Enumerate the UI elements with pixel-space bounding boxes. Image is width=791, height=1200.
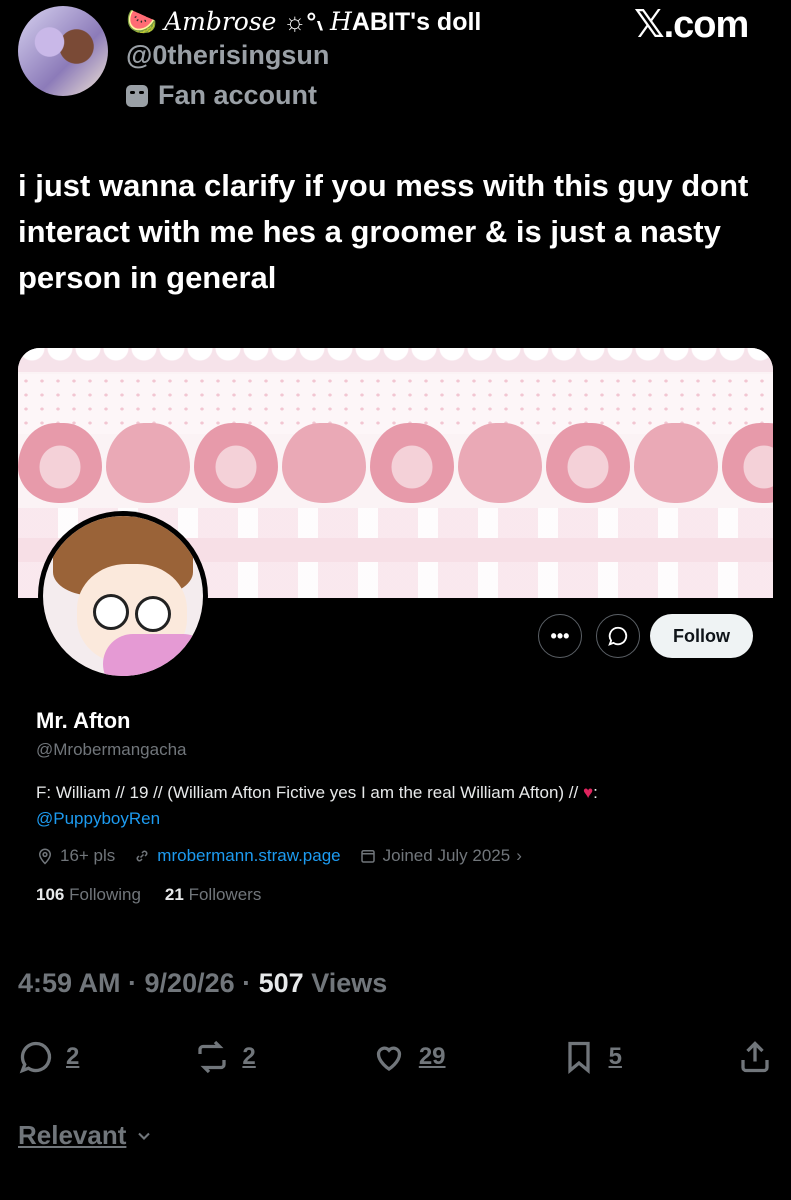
profile-counts: 106 Following 21 Followers <box>36 885 261 905</box>
profile-handle: @Mrobermangacha <box>36 740 187 759</box>
follow-button[interactable]: Follow <box>650 614 753 658</box>
tweet-time[interactable]: 4:59 AM <box>18 968 121 998</box>
profile-name: Mr. Afton <box>36 708 131 733</box>
repost-icon <box>198 1040 227 1074</box>
message-button[interactable] <box>596 614 640 658</box>
chevron-down-icon <box>138 1132 151 1140</box>
strawberry-icon <box>722 423 773 503</box>
strawberry-icon <box>282 423 366 503</box>
bookmark-icon <box>567 1041 590 1075</box>
profile-bio: F: William // 19 // (William Afton Ficti… <box>36 783 598 828</box>
share-button[interactable] <box>737 1039 773 1075</box>
strawberry-icon <box>546 423 630 503</box>
location-icon <box>38 848 52 865</box>
author-avatar[interactable] <box>18 6 108 96</box>
like-button[interactable]: 29 <box>371 1039 446 1075</box>
embedded-profile-image[interactable]: ••• Follow Mr. Afton @Mrobermangacha F: … <box>18 348 773 908</box>
followers-count[interactable]: 21 Followers <box>165 885 261 905</box>
tweet-date[interactable]: 9/20/26 <box>145 968 235 998</box>
profile-avatar[interactable] <box>38 511 208 681</box>
following-count[interactable]: 106 Following <box>36 885 141 905</box>
reply-sort-dropdown[interactable]: Relevant <box>18 1120 154 1151</box>
strawberry-icon <box>458 423 542 503</box>
share-icon <box>741 1041 769 1073</box>
heart-icon <box>376 1046 401 1071</box>
mask-icon <box>126 84 148 107</box>
bookmark-button[interactable]: 5 <box>561 1039 622 1075</box>
author-handle[interactable]: @0therisingsun <box>126 40 329 71</box>
views-count: 507 <box>258 968 304 998</box>
banner-lace <box>18 348 773 372</box>
watermark: 𝕏.com <box>634 4 749 46</box>
banner-strawberries <box>18 423 773 505</box>
author-display-name[interactable]: 🍉 Ambrose ☼°៶ HABIT's doll <box>126 4 481 38</box>
message-icon <box>608 626 628 646</box>
heart-icon: ♥ <box>582 783 594 802</box>
link-icon <box>136 850 148 862</box>
repost-button[interactable]: 2 <box>194 1039 256 1075</box>
chevron-right-icon: › <box>516 846 522 865</box>
strawberry-icon <box>194 423 278 503</box>
profile-website[interactable]: mrobermann.straw.page <box>157 846 340 866</box>
strawberry-icon <box>634 423 718 503</box>
fan-account-label: Fan account <box>126 80 317 111</box>
strawberry-icon <box>370 423 454 503</box>
profile-location: 16+ pls <box>60 846 116 865</box>
profile-joined: Joined July 2025 <box>382 846 511 865</box>
profile-meta: 16+ pls mrobermann.straw.page Joined Jul… <box>36 846 522 866</box>
tweet-meta: 4:59 AM · 9/20/26 · 507 Views <box>18 968 388 998</box>
action-bar: 2 2 29 5 <box>18 1032 773 1082</box>
reply-button[interactable]: 2 <box>18 1039 79 1075</box>
bio-mention[interactable]: @PuppyboyRen <box>36 809 160 828</box>
tweet-text: i just wanna clarify if you mess with th… <box>18 168 749 295</box>
calendar-icon <box>360 850 375 863</box>
strawberry-icon <box>18 423 102 503</box>
reply-icon <box>19 1041 52 1074</box>
strawberry-icon <box>106 423 190 503</box>
more-button[interactable]: ••• <box>538 614 582 658</box>
